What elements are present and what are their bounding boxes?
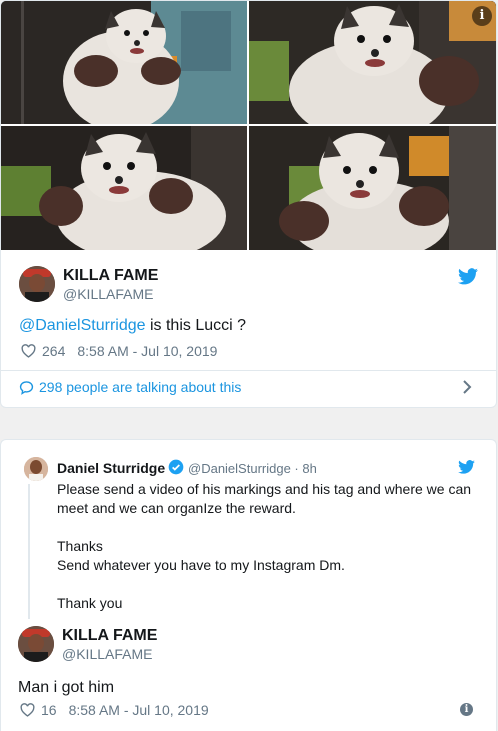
author-name[interactable]: KILLA FAME [63,267,158,285]
divider [1,370,496,371]
quoted-author-handle[interactable]: @DanielSturridge · 8h [188,461,317,476]
heart-icon[interactable] [20,703,35,717]
twitter-bird-icon[interactable] [458,268,478,285]
speech-bubble-icon [19,380,34,395]
tweet-text: @DanielSturridge is this Lucci ? [19,317,246,335]
timestamp[interactable]: 8:58 AM - Jul 10, 2019 [77,343,217,359]
avatar[interactable] [18,626,54,662]
conversation-link[interactable]: 298 people are talking about this [19,379,241,395]
avatar[interactable] [19,266,55,302]
quoted-text-line: Thank you [57,595,123,611]
talking-label: 298 people are talking about this [39,379,242,395]
dog-photo-1[interactable] [1,1,247,124]
author-name[interactable]: KILLA FAME [62,627,157,645]
quoted-author-name[interactable]: Daniel Sturridge [57,460,165,476]
dog-photo-2[interactable] [249,1,496,124]
timestamp[interactable]: 8:58 AM - Jul 10, 2019 [69,702,209,718]
like-count[interactable]: 16 [41,702,57,718]
author-handle[interactable]: @KILLAFAME [63,286,153,302]
verified-badge-icon [168,459,184,475]
tweet-meta: 264 8:58 AM - Jul 10, 2019 [21,343,217,359]
like-count[interactable]: 264 [42,343,65,359]
media-grid[interactable]: i [1,1,496,251]
info-icon[interactable]: i [460,703,473,716]
dog-photo-3[interactable] [1,126,247,250]
twitter-bird-icon[interactable] [458,460,475,474]
quoted-text-line: Send whatever you have to my Instagram D… [57,557,345,573]
heart-icon[interactable] [21,344,36,358]
quoted-text-line: Please send a video of his markings and … [57,481,472,497]
quoted-text-line: Thanks [57,538,103,554]
chevron-right-icon[interactable] [460,379,474,395]
mention-link[interactable]: @DanielSturridge [19,317,146,334]
quote-rule [28,484,30,619]
tweet-meta: 16 8:58 AM - Jul 10, 2019 [20,702,209,718]
embedded-tweet-1: i KILLA FAME @KILLAFAME @DanielSturridge… [0,0,497,408]
quoted-text-line: meet and we can organIze the reward. [57,500,296,516]
tweet-text: Man i got him [18,679,115,696]
info-icon[interactable]: i [472,6,492,26]
tweet-text-rest: is this Lucci ? [145,317,247,334]
quoted-avatar[interactable] [24,457,48,481]
author-handle[interactable]: @KILLAFAME [62,646,152,662]
dog-photo-4[interactable] [249,126,496,250]
